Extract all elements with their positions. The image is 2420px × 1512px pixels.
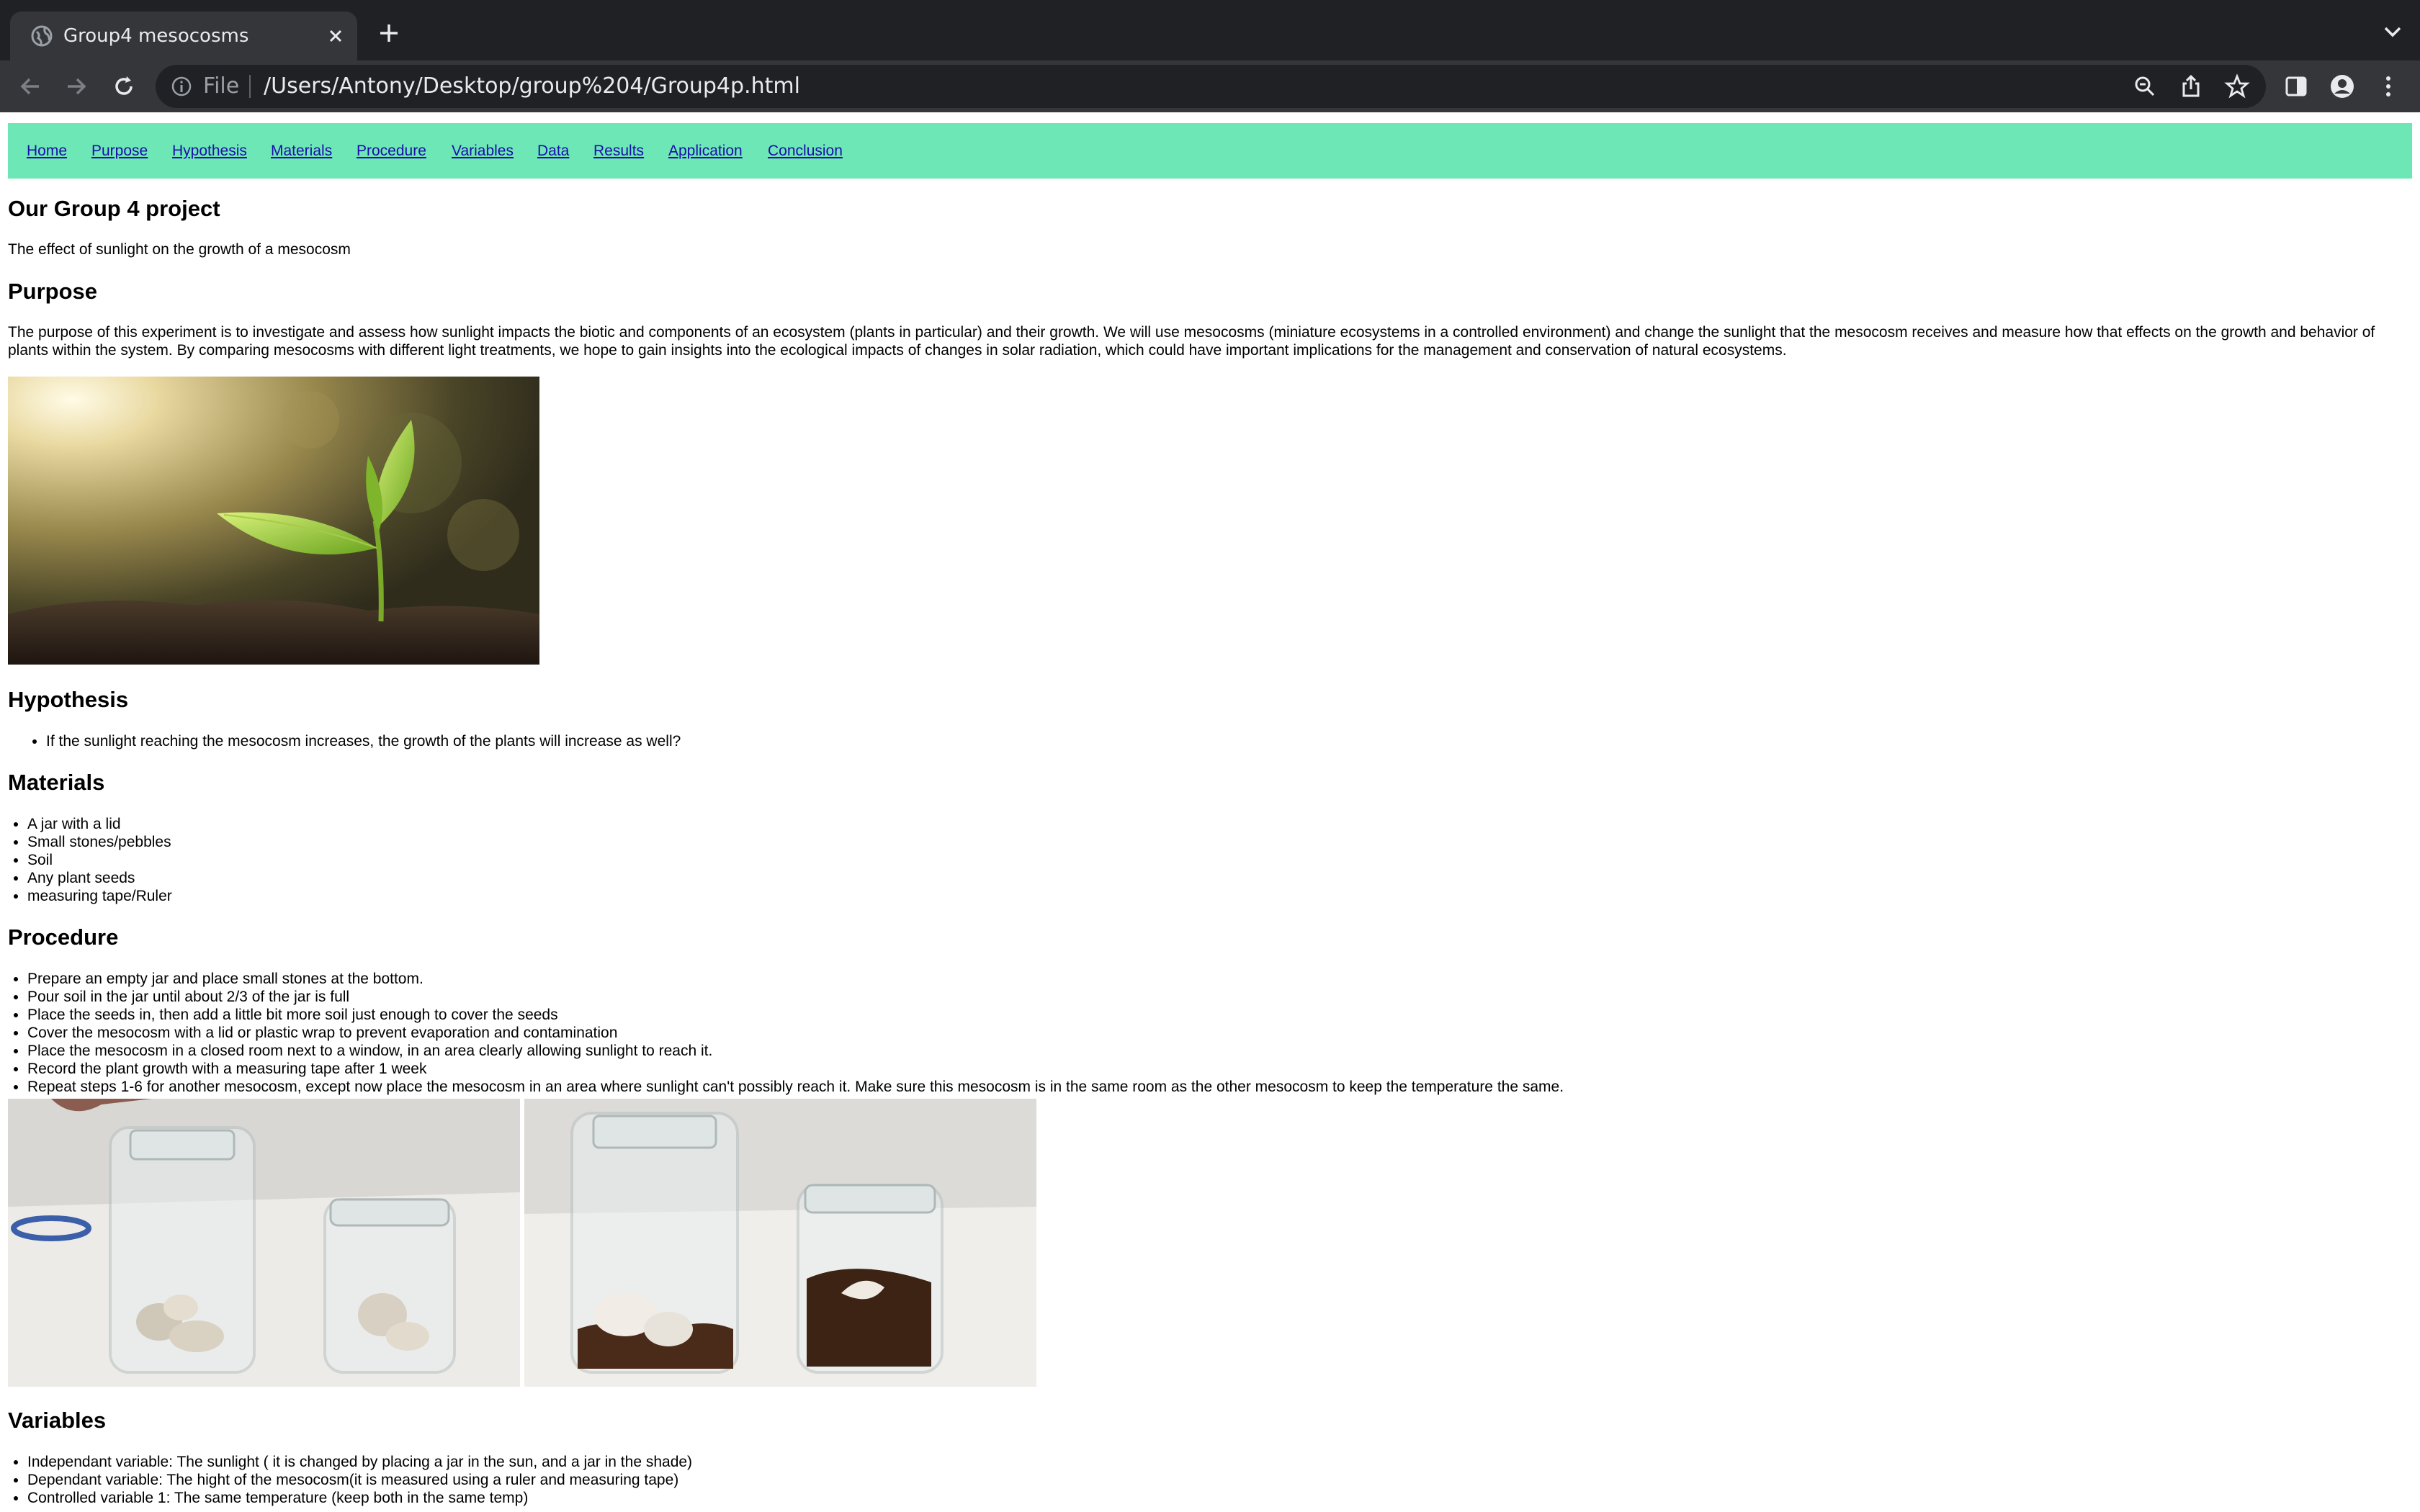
globe-icon [31,25,53,47]
list-item: Soil [27,851,172,869]
list-item: measuring tape/Ruler [27,887,172,905]
nav-link-purpose[interactable]: Purpose [91,123,148,179]
close-icon[interactable] [326,26,346,46]
hypothesis-heading: Hypothesis [8,687,129,712]
list-item: Small stones/pebbles [27,833,172,851]
hypothesis-list: If the sunlight reaching the mesocosm in… [46,732,681,750]
nav-link-conclusion[interactable]: Conclusion [768,123,843,179]
nav-link-data[interactable]: Data [537,123,569,179]
purpose-heading: Purpose [8,279,98,304]
procedure-heading: Procedure [8,924,119,950]
seedling-photo [8,377,539,665]
variables-list: Independant variable: The sunlight ( it … [27,1453,692,1507]
list-item: Controlled variable 1: The same temperat… [27,1489,692,1507]
list-item: Cover the mesocosm with a lid or plastic… [27,1024,1564,1042]
browser-tab[interactable]: Group4 mesocosms [10,12,357,60]
address-separator [249,75,251,98]
new-tab-icon[interactable] [377,22,400,45]
top-navigation: Home Purpose Hypothesis Materials Proced… [8,123,2412,179]
profile-avatar-icon[interactable] [2329,73,2355,99]
procedure-list: Prepare an empty jar and place small sto… [27,970,1564,1096]
list-item: Any plant seeds [27,869,172,887]
more-menu-icon[interactable] [2375,73,2401,99]
list-item: Pour soil in the jar until about 2/3 of … [27,988,1564,1006]
nav-link-materials[interactable]: Materials [271,123,332,179]
list-item: Record the plant growth with a measuring… [27,1060,1564,1078]
nav-link-home[interactable]: Home [27,123,67,179]
list-item: Place the seeds in, then add a little bi… [27,1006,1564,1024]
back-arrow-icon[interactable] [17,73,43,99]
side-panel-icon[interactable] [2283,73,2309,99]
materials-heading: Materials [8,770,105,795]
info-icon[interactable] [170,75,193,98]
list-item: Place the mesocosm in a closed room next… [27,1042,1564,1060]
bookmark-star-icon[interactable] [2224,73,2250,99]
list-item: Independant variable: The sunlight ( it … [27,1453,692,1471]
empty-jars-photo [8,1099,520,1387]
nav-link-hypothesis[interactable]: Hypothesis [172,123,247,179]
file-label: File [203,73,240,99]
materials-list: A jar with a lid Small stones/pebbles So… [27,815,172,905]
project-subtitle: The effect of sunlight on the growth of … [8,241,351,258]
purpose-text-line-1: The purpose of this experiment is to inv… [8,324,2375,341]
project-title: Our Group 4 project [8,196,220,221]
list-item: Repeat steps 1-6 for another mesocosm, e… [27,1078,1564,1096]
nav-link-procedure[interactable]: Procedure [357,123,426,179]
nav-link-variables[interactable]: Variables [452,123,514,179]
list-item: A jar with a lid [27,815,172,833]
reload-icon[interactable] [111,73,137,99]
list-item: Dependant variable: The hight of the mes… [27,1471,692,1489]
variables-heading: Variables [8,1408,107,1433]
soil-jars-photo [524,1099,1036,1387]
list-item: Prepare an empty jar and place small sto… [27,970,1564,988]
forward-arrow-icon[interactable] [63,73,89,99]
zoom-icon[interactable] [2132,73,2158,99]
tab-title: Group4 mesocosms [63,25,249,47]
browser-tab-bar: Group4 mesocosms [0,0,2420,60]
web-page: Home Purpose Hypothesis Materials Proced… [0,112,2420,1512]
nav-link-application[interactable]: Application [668,123,743,179]
purpose-text-line-2: plants within the system. By comparing m… [8,342,1787,359]
share-icon[interactable] [2178,73,2204,99]
chevron-down-icon[interactable] [2383,24,2403,39]
nav-link-results[interactable]: Results [593,123,644,179]
url-text[interactable]: /Users/Antony/Desktop/group%204/Group4p.… [264,65,800,108]
list-item: If the sunlight reaching the mesocosm in… [46,732,681,750]
